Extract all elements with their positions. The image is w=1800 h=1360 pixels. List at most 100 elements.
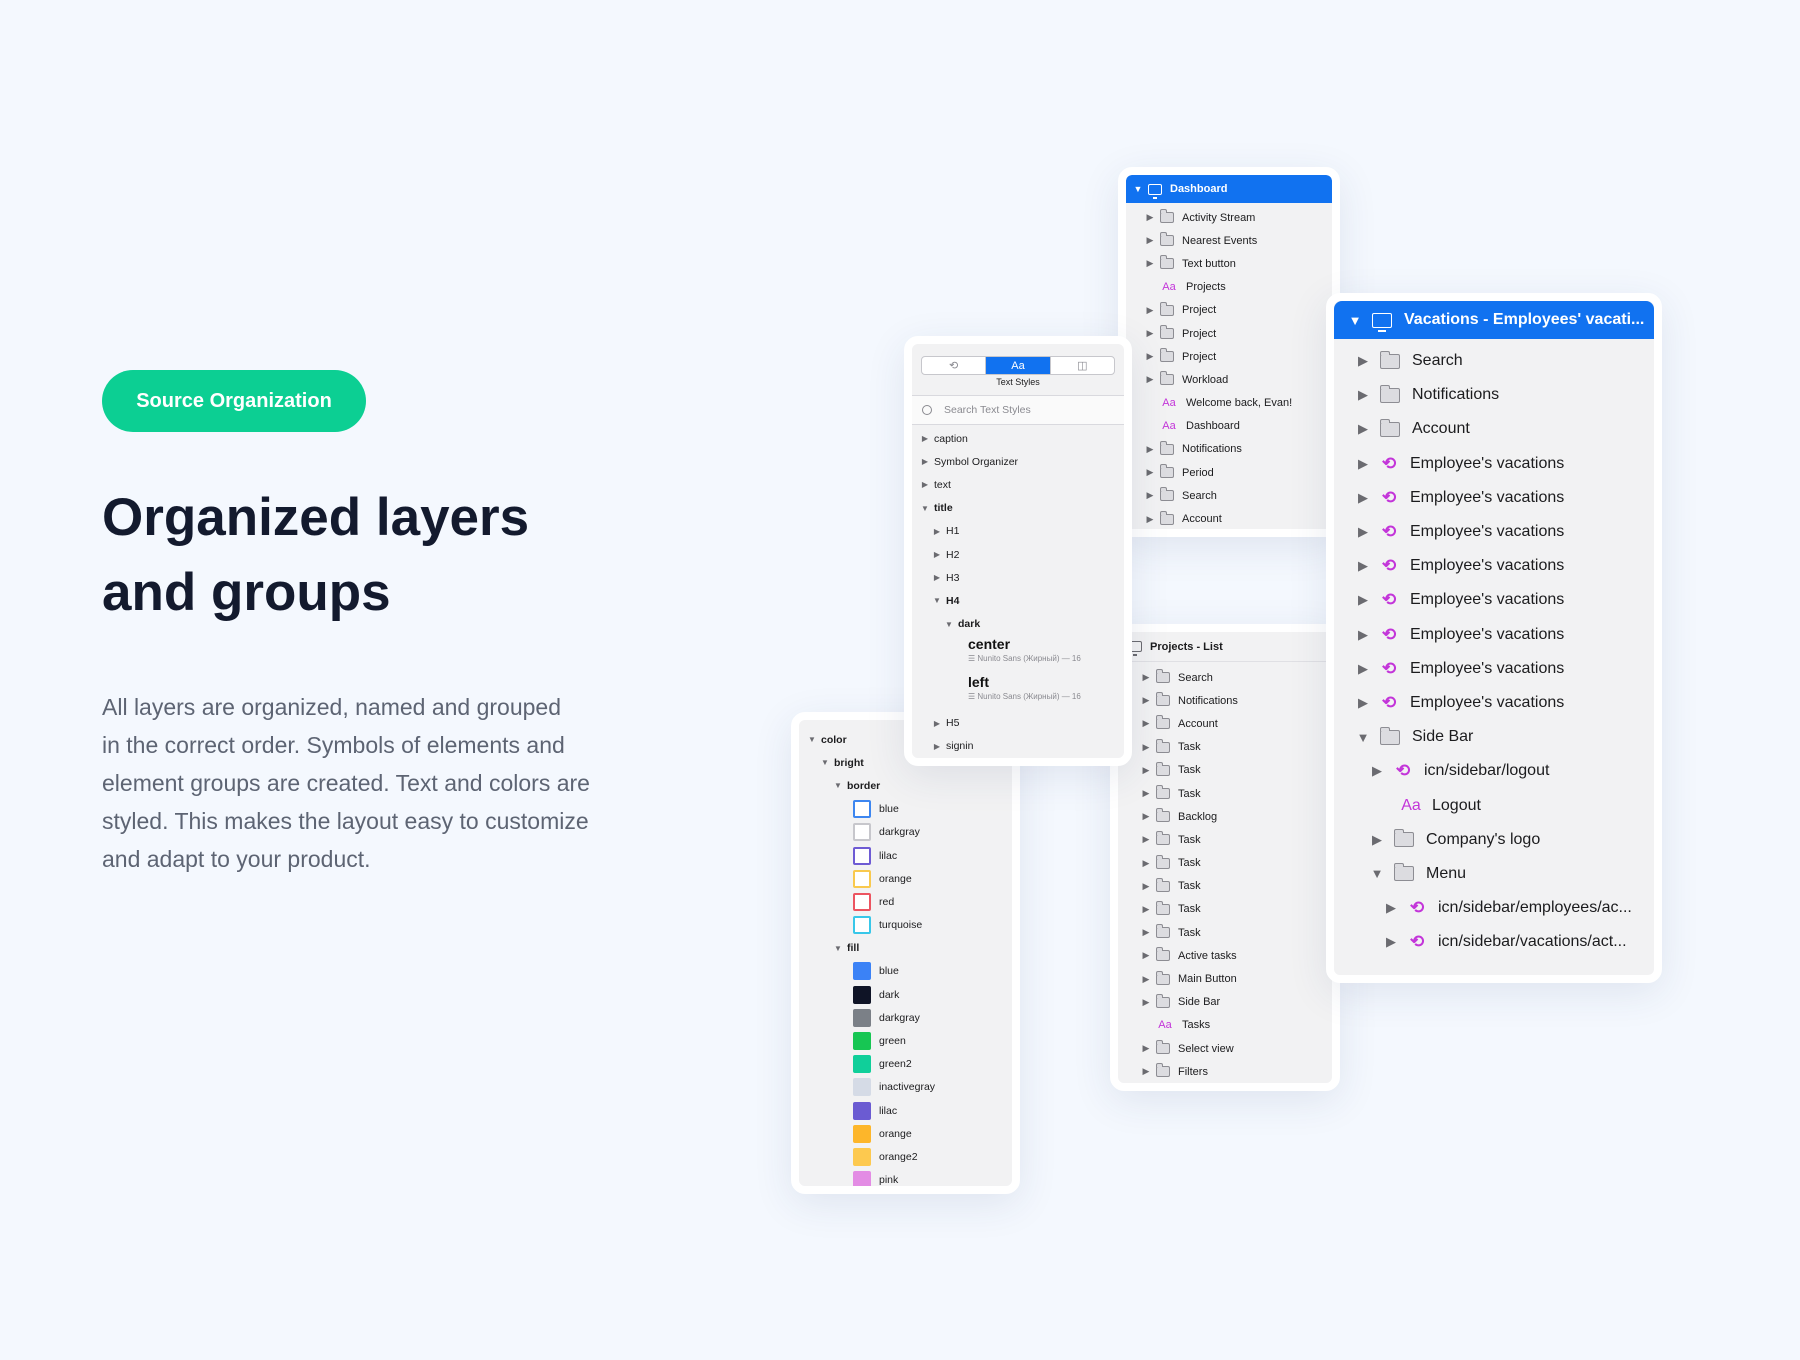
layer-row[interactable]: ▶ ⟲ icn/sidebar/employees/ac... xyxy=(1334,891,1654,925)
collapse-triangle-icon[interactable]: ▶ xyxy=(932,527,942,536)
layer-row[interactable]: ▶ Period xyxy=(1126,461,1332,484)
style-group-row[interactable]: ▶ caption xyxy=(912,427,1124,450)
collapse-triangle-icon[interactable]: ▶ xyxy=(1354,627,1372,643)
collapse-triangle-icon[interactable]: ▶ xyxy=(1354,490,1372,506)
layer-row[interactable]: ▼ Side Bar xyxy=(1334,720,1654,754)
layer-row[interactable]: ▶ Search xyxy=(1126,484,1332,507)
layer-row[interactable]: Aa Welcome back, Evan! xyxy=(1126,392,1332,415)
layer-row[interactable]: ▶ Task xyxy=(1118,759,1332,782)
collapse-triangle-icon[interactable]: ▶ xyxy=(1368,832,1386,848)
collapse-triangle-icon[interactable]: ▶ xyxy=(1144,305,1156,316)
expand-triangle-icon[interactable]: ▼ xyxy=(1132,184,1144,194)
collapse-triangle-icon[interactable]: ▶ xyxy=(1140,834,1152,845)
layer-row[interactable]: ▶ Nearest Events xyxy=(1126,229,1332,252)
layer-row[interactable]: ▶ ⟲ Employee's vacations xyxy=(1334,618,1654,652)
layer-row[interactable]: ▶ ⟲ Employee's vacations xyxy=(1334,686,1654,720)
collapse-triangle-icon[interactable]: ▶ xyxy=(1140,1066,1152,1077)
layer-row[interactable]: ▶ Task xyxy=(1118,782,1332,805)
collapse-triangle-icon[interactable]: ▶ xyxy=(1354,524,1372,540)
collapse-triangle-icon[interactable]: ▶ xyxy=(1144,212,1156,223)
layer-styles-segment[interactable]: ◫ xyxy=(1051,357,1114,374)
expand-triangle-icon[interactable]: ▼ xyxy=(944,620,954,629)
expand-triangle-icon[interactable]: ▼ xyxy=(833,781,843,790)
collapse-triangle-icon[interactable]: ▶ xyxy=(1354,558,1372,574)
layer-row[interactable]: ▶ Task xyxy=(1118,921,1332,944)
collapse-triangle-icon[interactable]: ▶ xyxy=(932,742,942,751)
color-group-row[interactable]: ▼ fill xyxy=(799,937,1012,960)
layer-row[interactable]: ▶ Search xyxy=(1118,666,1332,689)
layer-row[interactable]: ▶ Notifications xyxy=(1126,438,1332,461)
collapse-triangle-icon[interactable]: ▶ xyxy=(1140,974,1152,985)
search-text-styles-input[interactable]: Search Text Styles xyxy=(912,395,1124,425)
style-group-row[interactable]: ▶ signin xyxy=(912,735,1124,758)
collapse-triangle-icon[interactable]: ▶ xyxy=(1144,514,1156,525)
layer-row[interactable]: ▶ Backlog xyxy=(1118,805,1332,828)
color-style-row[interactable]: blue xyxy=(799,960,1012,983)
layer-row[interactable]: ▶ Workload xyxy=(1126,368,1332,391)
collapse-triangle-icon[interactable]: ▶ xyxy=(1354,695,1372,711)
collapse-triangle-icon[interactable]: ▶ xyxy=(1354,353,1372,369)
color-style-row[interactable]: green2 xyxy=(799,1053,1012,1076)
layer-row[interactable]: Aa Projects xyxy=(1126,276,1332,299)
layer-row[interactable]: ▶ Active tasks xyxy=(1118,944,1332,967)
expand-triangle-icon[interactable]: ▼ xyxy=(820,758,830,767)
expand-triangle-icon[interactable]: ▼ xyxy=(833,944,843,953)
collapse-triangle-icon[interactable]: ▶ xyxy=(1140,997,1152,1008)
layer-row[interactable]: ▶ Activity Stream xyxy=(1126,206,1332,229)
collapse-triangle-icon[interactable]: ▶ xyxy=(920,434,930,443)
layer-row[interactable]: ▶ Main Button xyxy=(1118,967,1332,990)
layer-row[interactable]: ▶ ⟲ icn/sidebar/vacations/act... xyxy=(1334,925,1654,959)
color-style-row[interactable]: turquoise xyxy=(799,914,1012,937)
layer-row[interactable]: ▶ Task xyxy=(1118,852,1332,875)
color-style-row[interactable]: red xyxy=(799,890,1012,913)
color-style-row[interactable]: lilac xyxy=(799,844,1012,867)
collapse-triangle-icon[interactable]: ▶ xyxy=(1354,456,1372,472)
layer-row[interactable]: ▶ ⟲ Employee's vacations xyxy=(1334,447,1654,481)
collapse-triangle-icon[interactable]: ▶ xyxy=(1354,592,1372,608)
collapse-triangle-icon[interactable]: ▶ xyxy=(1140,1043,1152,1054)
style-group-row[interactable]: ▶ H2 xyxy=(912,543,1124,566)
collapse-triangle-icon[interactable]: ▶ xyxy=(1354,387,1372,403)
collapse-triangle-icon[interactable]: ▶ xyxy=(1140,950,1152,961)
color-style-row[interactable]: blue xyxy=(799,798,1012,821)
color-style-row[interactable]: pink xyxy=(799,1169,1012,1186)
layer-row[interactable]: ▶ Task xyxy=(1118,875,1332,898)
vacations-header[interactable]: ▼ Vacations - Employees' vacati... xyxy=(1334,301,1654,339)
style-group-row[interactable]: ▶ H3 xyxy=(912,566,1124,589)
layer-row[interactable]: ▶ Project xyxy=(1126,299,1332,322)
dashboard-header[interactable]: ▼ Dashboard xyxy=(1126,175,1332,203)
collapse-triangle-icon[interactable]: ▶ xyxy=(1140,927,1152,938)
layer-row[interactable]: ▶ Search xyxy=(1334,344,1654,378)
layer-row[interactable]: Aa Logout xyxy=(1334,788,1654,822)
color-style-row[interactable]: orange xyxy=(799,867,1012,890)
collapse-triangle-icon[interactable]: ▶ xyxy=(1144,351,1156,362)
collapse-triangle-icon[interactable]: ▶ xyxy=(1382,934,1400,950)
layer-row[interactable]: Aa Tasks xyxy=(1118,1014,1332,1037)
text-style-item[interactable]: center ☰ Nunito Sans (Жирный) — 16 xyxy=(912,636,1124,674)
layer-row[interactable]: ▶ Text button xyxy=(1126,252,1332,275)
collapse-triangle-icon[interactable]: ▶ xyxy=(1140,672,1152,683)
collapse-triangle-icon[interactable]: ▶ xyxy=(1144,490,1156,501)
style-group-row[interactable]: ▶ text xyxy=(912,473,1124,496)
layer-row[interactable]: ▶ ⟲ Employee's vacations xyxy=(1334,652,1654,686)
collapse-triangle-icon[interactable]: ▶ xyxy=(1140,788,1152,799)
collapse-triangle-icon[interactable]: ▶ xyxy=(932,573,942,582)
collapse-triangle-icon[interactable]: ▶ xyxy=(1140,904,1152,915)
collapse-triangle-icon[interactable]: ▶ xyxy=(1140,695,1152,706)
layer-row[interactable]: ▶ Account xyxy=(1334,412,1654,446)
layer-row[interactable]: ▶ Task xyxy=(1118,736,1332,759)
expand-triangle-icon[interactable]: ▼ xyxy=(1346,313,1364,328)
layer-row[interactable]: ▶ ⟲ Employee's vacations xyxy=(1334,515,1654,549)
style-group-row[interactable]: ▼ title xyxy=(912,497,1124,520)
collapse-triangle-icon[interactable]: ▶ xyxy=(1144,444,1156,455)
collapse-triangle-icon[interactable]: ▶ xyxy=(932,550,942,559)
style-group-row[interactable]: ▼ dark xyxy=(912,613,1124,636)
layer-row[interactable]: ▶ ⟲ Employee's vacations xyxy=(1334,583,1654,617)
collapse-triangle-icon[interactable]: ▶ xyxy=(1144,467,1156,478)
layer-row[interactable]: ▶ Select view xyxy=(1118,1037,1332,1060)
layer-row[interactable]: ▶ Account xyxy=(1118,712,1332,735)
color-style-row[interactable]: dark xyxy=(799,983,1012,1006)
style-group-row[interactable]: ▼ H4 xyxy=(912,589,1124,612)
layer-row[interactable]: ▶ Filters xyxy=(1118,1060,1332,1083)
expand-triangle-icon[interactable]: ▼ xyxy=(1354,730,1372,745)
